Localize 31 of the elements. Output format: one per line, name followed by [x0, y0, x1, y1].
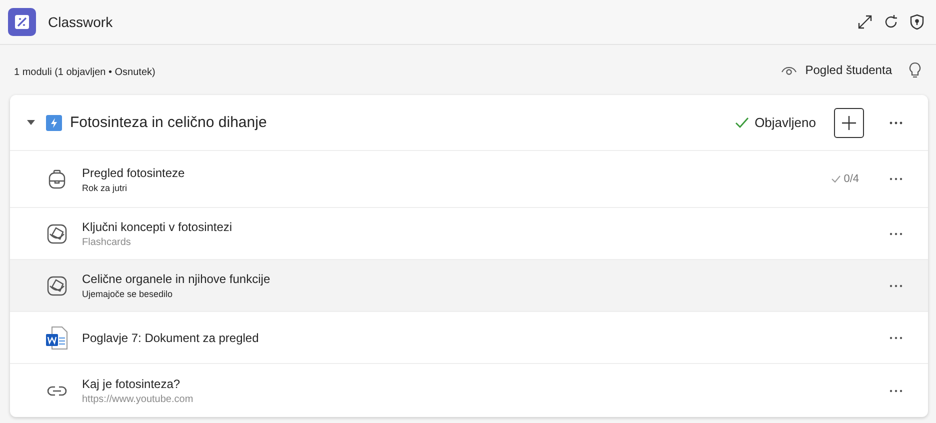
cards-icon: [45, 224, 69, 244]
item-title: Celične organele in njihove funkcije: [82, 272, 270, 286]
item-subtitle: Flashcards: [82, 236, 132, 248]
submission-count: 0/4: [844, 173, 859, 185]
check-icon: [830, 175, 841, 183]
publish-status: Objavljeno: [754, 115, 816, 130]
cards-icon: [45, 276, 69, 296]
word-document-icon: [45, 326, 69, 350]
module-item[interactable]: Pregled fotosinteze Rok za jutri 0/4: [10, 151, 928, 208]
student-view-button[interactable]: Pogled študenta: [781, 63, 892, 77]
module-item[interactable]: Poglavje 7: Dokument za pregled: [10, 312, 928, 364]
app-title: Classwork: [48, 14, 113, 30]
eye-icon: [781, 64, 798, 76]
item-title: Kaj je fotosinteza?: [82, 376, 182, 390]
item-title: Ključni koncepti v fotosintezi: [82, 220, 232, 234]
module-item[interactable]: Celične organele in njihove funkcije Ujemajoče se besedilo: [10, 260, 928, 312]
module-summary: 1 moduli (1 objavljen • Osnutek): [13, 66, 156, 78]
item-subtitle: https://www.youtube.com: [82, 394, 194, 404]
add-button[interactable]: [834, 108, 864, 138]
item-subtitle: Ujemajoče se besedilo: [82, 289, 174, 299]
item-title: Pregled fotosinteze: [82, 166, 185, 180]
item-subtitle: Rok za jutri: [82, 182, 128, 192]
plus-icon: [841, 114, 857, 130]
app-logo-icon: [8, 8, 36, 36]
item-title: Poglavje 7: Dokument za pregled: [82, 330, 259, 344]
module-title: Fotosinteza in celično dihanje: [70, 114, 267, 131]
link-icon: [45, 386, 69, 396]
module-item[interactable]: Kaj je fotosinteza? https://www.youtube.com: [10, 364, 928, 417]
check-icon: [734, 117, 749, 128]
caret-icon[interactable]: [26, 118, 36, 128]
module-icon: [46, 114, 62, 130]
